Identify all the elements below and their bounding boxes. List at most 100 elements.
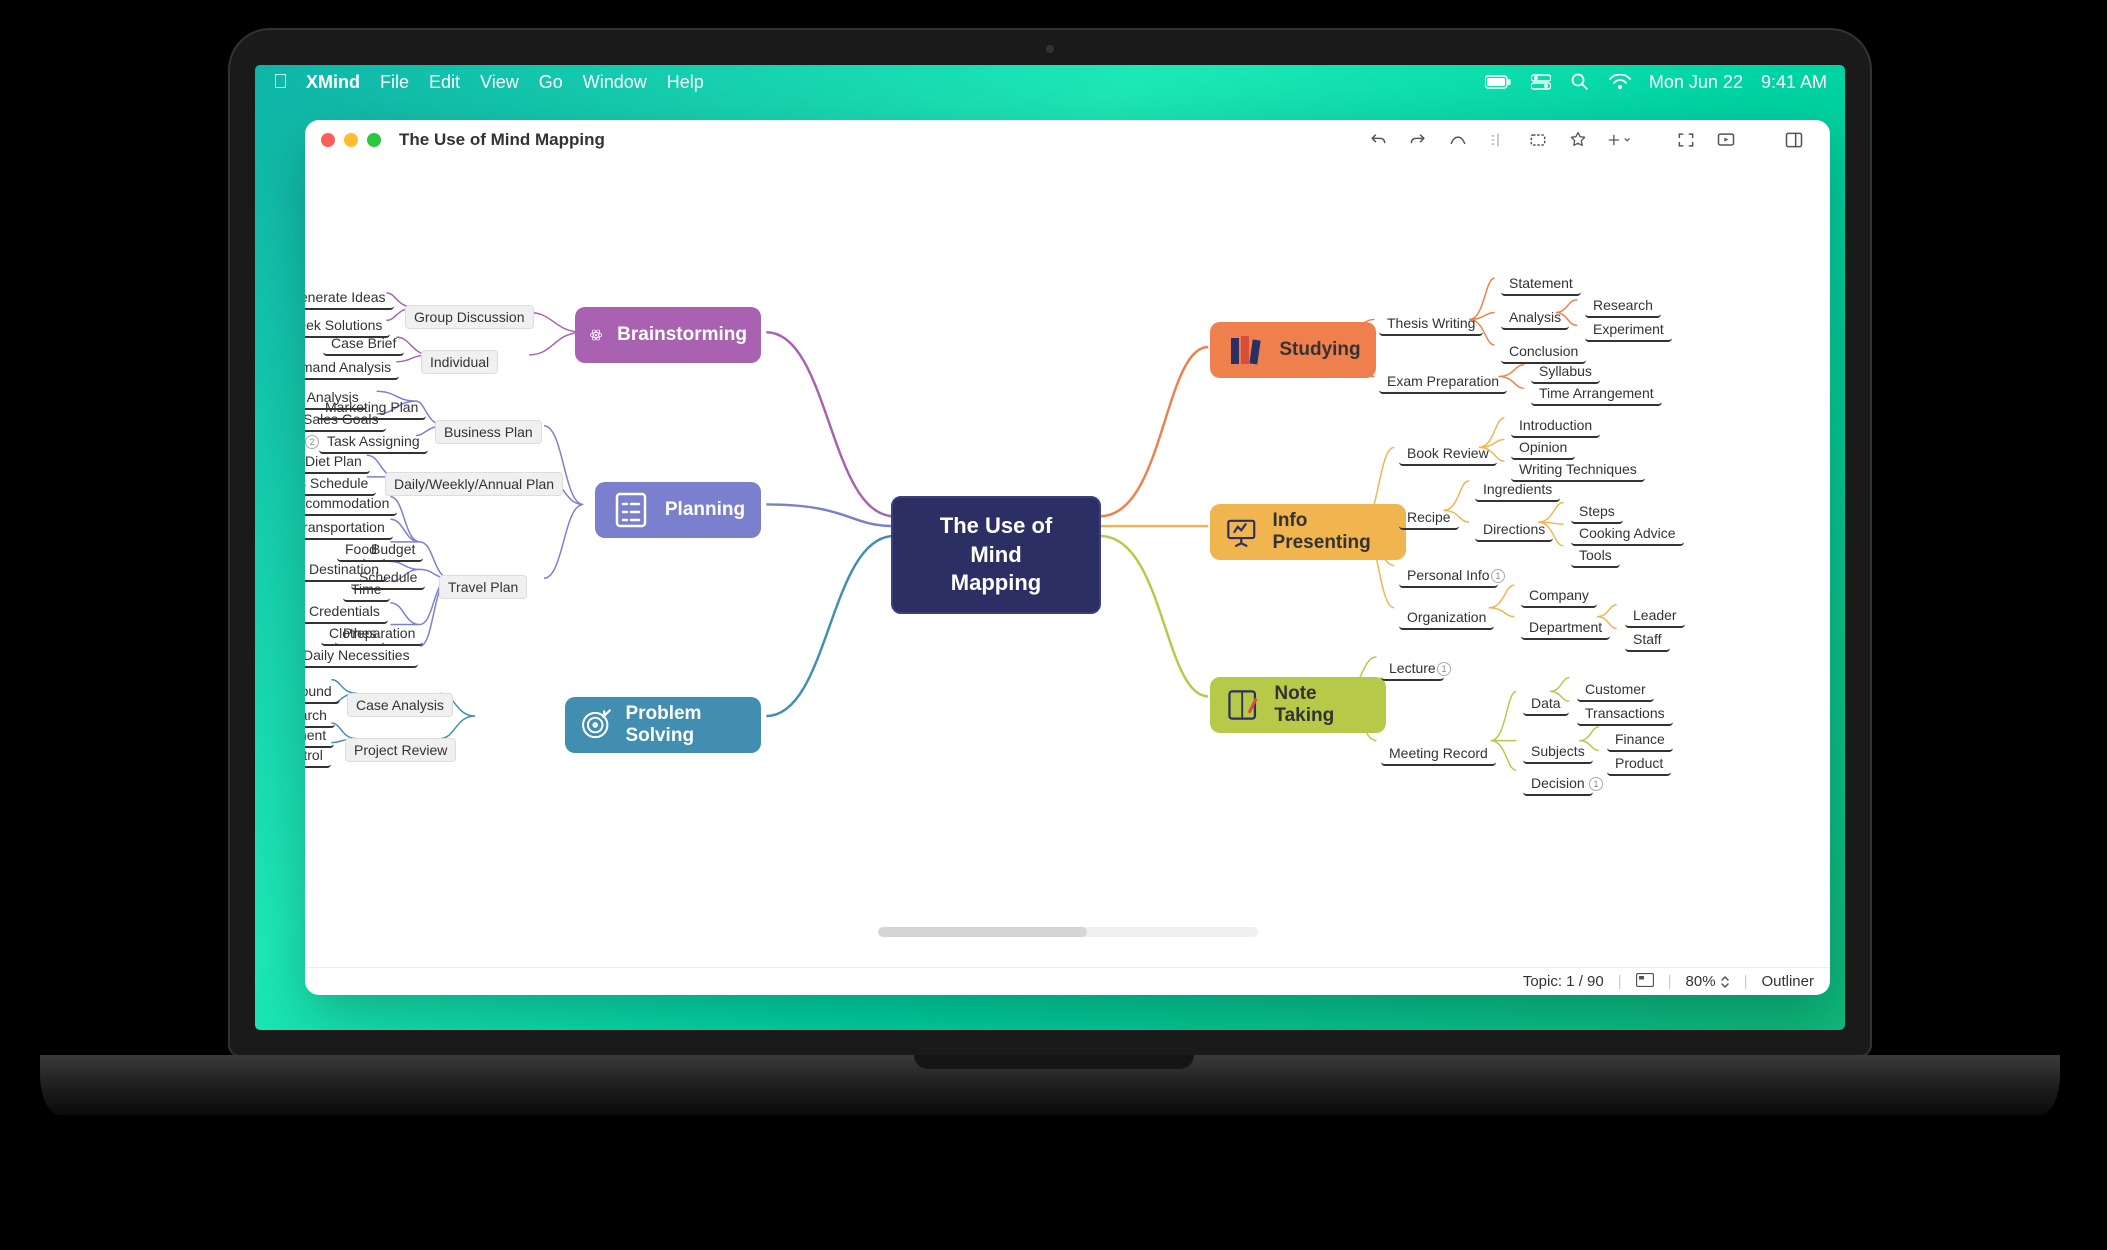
sub-steps[interactable]: Steps: [1571, 500, 1623, 524]
menubar-edit[interactable]: Edit: [429, 72, 460, 93]
format-panel-icon[interactable]: [1782, 128, 1806, 152]
undo-icon[interactable]: [1366, 128, 1390, 152]
sub-personal-info[interactable]: Personal Info: [1399, 564, 1498, 588]
sub-leader[interactable]: Leader: [1625, 604, 1685, 628]
sub-analysis[interactable]: Analysis: [1501, 306, 1569, 330]
menubar-go[interactable]: Go: [539, 72, 563, 93]
sub-syllabus[interactable]: Syllabus: [1531, 360, 1600, 384]
minimize-button[interactable]: [344, 133, 358, 147]
sub-meeting-record[interactable]: Meeting Record: [1381, 742, 1496, 766]
sub-lecture[interactable]: Lecture: [1381, 657, 1444, 681]
sub-decision[interactable]: Decision: [1523, 772, 1593, 796]
pitch-icon[interactable]: [1714, 128, 1738, 152]
sub-individual[interactable]: Individual: [421, 350, 498, 374]
sub-tools[interactable]: Tools: [1571, 544, 1620, 568]
number-badge: 1: [1491, 569, 1505, 583]
sub-organization[interactable]: Organization: [1399, 606, 1494, 630]
menubar-help[interactable]: Help: [667, 72, 704, 93]
topic-studying-label: Studying: [1279, 339, 1360, 361]
topic-brainstorming[interactable]: Brainstorming: [575, 307, 761, 363]
sub-cost-control[interactable]: Cost Control: [305, 744, 331, 768]
sub-background[interactable]: Background: [305, 680, 340, 704]
sub-thesis-writing[interactable]: Thesis Writing: [1379, 312, 1483, 336]
central-topic[interactable]: The Use of Mind Mapping: [891, 496, 1101, 614]
sub-staff[interactable]: Staff: [1625, 628, 1670, 652]
sub-case-analysis[interactable]: Case Analysis: [347, 693, 453, 717]
boundary-icon[interactable]: [1526, 128, 1550, 152]
sub-book-review[interactable]: Book Review: [1399, 442, 1497, 466]
checklist-icon: [611, 490, 651, 530]
sub-company[interactable]: Company: [1521, 584, 1597, 608]
outliner-button[interactable]: Outliner: [1761, 973, 1814, 990]
menubar-window[interactable]: Window: [583, 72, 647, 93]
topic-planning[interactable]: Planning: [595, 482, 761, 538]
control-center-icon[interactable]: [1531, 74, 1551, 90]
app-name[interactable]: XMind: [306, 72, 360, 93]
sub-business-plan[interactable]: Business Plan: [435, 420, 542, 444]
apple-logo-icon[interactable]: : [273, 71, 288, 94]
sub-sales-goals[interactable]: Sales Goals: [305, 408, 386, 432]
sub-ingredients[interactable]: Ingredients: [1475, 478, 1560, 502]
mindmap-canvas[interactable]: The Use of Mind Mapping Brainstorming Pl…: [305, 160, 1830, 967]
topic-info-presenting[interactable]: Info Presenting: [1210, 504, 1406, 560]
insert-icon[interactable]: [1606, 128, 1630, 152]
redo-icon[interactable]: [1406, 128, 1430, 152]
sub-finance[interactable]: Finance: [1607, 728, 1673, 752]
sub-diet-plan[interactable]: Diet Plan: [305, 450, 370, 474]
sub-accommodation[interactable]: Accommodation: [305, 492, 397, 516]
sub-data[interactable]: Data: [1523, 692, 1569, 716]
marker-icon[interactable]: [1566, 128, 1590, 152]
number-badge: 2: [305, 435, 319, 449]
sub-time[interactable]: Time: [343, 578, 390, 602]
sub-daily-necessities[interactable]: Daily Necessities: [305, 644, 418, 668]
sub-customer[interactable]: Customer: [1577, 678, 1654, 702]
wifi-icon[interactable]: [1609, 74, 1631, 90]
sub-generate-ideas[interactable]: Generate Ideas: [305, 286, 394, 310]
topic-brainstorming-label: Brainstorming: [617, 324, 747, 346]
sub-case-brief[interactable]: Case Brief: [323, 332, 404, 356]
topic-note-taking[interactable]: Note Taking: [1210, 677, 1386, 733]
battery-icon[interactable]: [1485, 75, 1511, 89]
sub-credentials[interactable]: Credentials: [305, 600, 388, 624]
sub-travel-plan[interactable]: Travel Plan: [439, 575, 527, 599]
sub-subjects[interactable]: Subjects: [1523, 740, 1593, 764]
sub-product[interactable]: Product: [1607, 752, 1671, 776]
sub-group-discussion[interactable]: Group Discussion: [405, 305, 534, 329]
summary-icon[interactable]: [1486, 128, 1510, 152]
topic-studying[interactable]: Studying: [1210, 322, 1376, 378]
search-icon[interactable]: [1571, 73, 1589, 91]
sub-time-arrangement[interactable]: Time Arrangement: [1531, 382, 1662, 406]
horizontal-scrollbar[interactable]: [878, 927, 1258, 937]
maximize-button[interactable]: [367, 133, 381, 147]
sub-transportation[interactable]: Transportation: [305, 516, 393, 540]
menubar-time[interactable]: 9:41 AM: [1761, 72, 1827, 93]
sub-experiment[interactable]: Experiment: [1585, 318, 1672, 342]
relationship-icon[interactable]: [1446, 128, 1470, 152]
sub-opinion[interactable]: Opinion: [1511, 436, 1575, 460]
sub-research-r[interactable]: Research: [1585, 294, 1661, 318]
sub-demand-analysis[interactable]: Demand Analysis: [305, 356, 399, 380]
topic-problem-solving[interactable]: Problem Solving: [565, 697, 761, 753]
zen-icon[interactable]: [1674, 128, 1698, 152]
map-overview-icon[interactable]: [1636, 973, 1654, 991]
sub-department[interactable]: Department: [1521, 616, 1610, 640]
sub-recipe[interactable]: Recipe: [1399, 506, 1459, 530]
sub-statement[interactable]: Statement: [1501, 272, 1581, 296]
menubar-date[interactable]: Mon Jun 22: [1649, 72, 1743, 93]
menubar-view[interactable]: View: [480, 72, 519, 93]
status-bar: Topic: 1 / 90 | | 80% | Outliner: [305, 967, 1830, 995]
topic-problem-label: Problem Solving: [625, 703, 747, 747]
sub-competitor-analysis[interactable]: Competitor Analysis: [305, 386, 367, 410]
sub-cooking-advice[interactable]: Cooking Advice: [1571, 522, 1684, 546]
sub-transactions[interactable]: Transactions: [1577, 702, 1673, 726]
menubar-file[interactable]: File: [380, 72, 409, 93]
sub-introduction[interactable]: Introduction: [1511, 414, 1600, 438]
close-button[interactable]: [321, 133, 335, 147]
sub-project-review[interactable]: Project Review: [345, 738, 456, 762]
sub-clothes[interactable]: Clothes: [321, 622, 384, 646]
zoom-control[interactable]: 80%: [1686, 973, 1730, 990]
topic-note-label: Note Taking: [1274, 683, 1372, 727]
sub-directions[interactable]: Directions: [1475, 518, 1553, 542]
sub-daily-plan[interactable]: Daily/Weekly/Annual Plan: [385, 472, 563, 496]
sub-exam-prep[interactable]: Exam Preparation: [1379, 370, 1507, 394]
